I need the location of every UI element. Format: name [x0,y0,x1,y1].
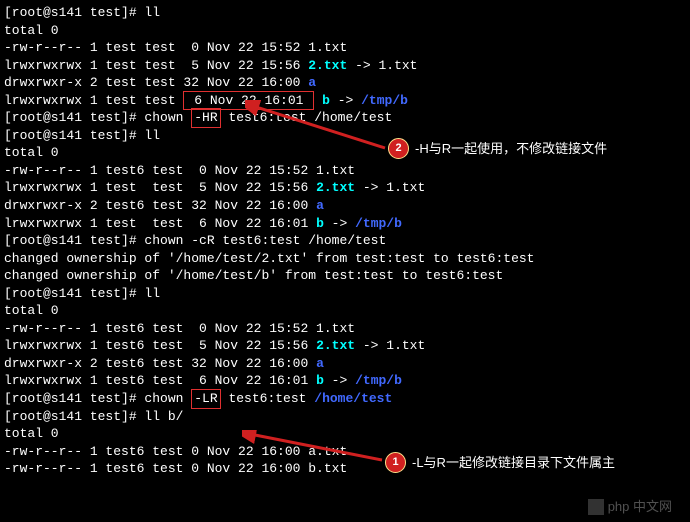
annotation-callout: 1 -L与R一起修改链接目录下文件属主 [385,452,615,473]
arrow-icon [245,100,395,155]
symlink-target: -> 1.txt [355,338,425,353]
prompt-line[interactable]: [root@s141 test]# ll b/ [4,408,686,426]
cmd-args: test6:test [221,391,315,406]
watermark-text: php 中文网 [608,498,672,516]
ls-line: lrwxrwxrwx 1 test test 5 Nov 22 15:56 2.… [4,179,686,197]
symlink-target: -> 1.txt [347,58,417,73]
perm-text: drwxrwxr-x 2 test6 test 32 Nov 22 16:00 [4,198,316,213]
badge-number: 2 [388,138,409,159]
cmd-line[interactable]: [root@s141 test]# chown -LR test6:test /… [4,390,686,408]
terminal-output: [root@s141 test]# ll total 0 -rw-r--r-- … [4,4,686,478]
symlink-name: b [316,373,324,388]
ls-line: lrwxrwxrwx 1 test6 test 6 Nov 22 16:01 b… [4,372,686,390]
option-flag: -HR [194,110,217,125]
dir-name: a [308,75,316,90]
perm-text: drwxrwxr-x 2 test6 test 32 Nov 22 16:00 [4,356,316,371]
ls-line: drwxrwxr-x 2 test test 32 Nov 22 16:00 a [4,74,686,92]
arrow-icon [242,430,392,468]
ls-line: lrwxrwxrwx 1 test6 test 5 Nov 22 15:56 2… [4,337,686,355]
cmd-text: [root@s141 test]# chown [4,391,191,406]
total-line: total 0 [4,22,686,40]
ls-line: -rw-r--r-- 1 test6 test 0 Nov 22 15:52 1… [4,162,686,180]
highlight-box: -LR [191,389,220,409]
symlink-name: b [316,216,324,231]
symlink-target: /tmp/b [355,216,402,231]
symlink-name: 2.txt [316,338,355,353]
ls-line: -rw-r--r-- 1 test6 test 0 Nov 22 15:52 1… [4,320,686,338]
arrow-text: -> [324,373,355,388]
highlight-box: -HR [191,108,220,128]
symlink-target: /tmp/b [355,373,402,388]
perm-text: drwxrwxr-x 2 test test 32 Nov 22 16:00 [4,75,308,90]
cmd-text: [root@s141 test]# chown [4,110,191,125]
arrow-text: -> [324,216,355,231]
logo-icon [588,499,604,515]
perm-text: lrwxrwxrwx 1 test test 5 Nov 22 15:56 [4,180,316,195]
symlink-target: -> 1.txt [355,180,425,195]
perm-text: lrwxrwxrwx 1 test test [4,93,183,108]
output-line: changed ownership of '/home/test/2.txt' … [4,250,686,268]
prompt-line[interactable]: [root@s141 test]# ll [4,285,686,303]
dir-name: a [316,198,324,213]
path-text: /home/test [314,391,392,406]
total-line: total 0 [4,302,686,320]
perm-text: lrwxrwxrwx 1 test test 5 Nov 22 15:56 [4,58,308,73]
dir-name: a [316,356,324,371]
ls-line: lrwxrwxrwx 1 test test 6 Nov 22 16:01 b … [4,215,686,233]
annotation-text: -H与R一起使用，不修改链接文件 [415,140,607,158]
perm-text: lrwxrwxrwx 1 test6 test 6 Nov 22 16:01 [4,373,316,388]
cmd-line[interactable]: [root@s141 test]# chown -cR test6:test /… [4,232,686,250]
ls-line: drwxrwxr-x 2 test6 test 32 Nov 22 16:00 … [4,197,686,215]
ls-line: -rw-r--r-- 1 test test 0 Nov 22 15:52 1.… [4,39,686,57]
badge-number: 1 [385,452,406,473]
ls-line: drwxrwxr-x 2 test6 test 32 Nov 22 16:00 … [4,355,686,373]
watermark: php 中文网 [588,498,672,516]
option-flag: -LR [194,391,217,406]
perm-text: lrwxrwxrwx 1 test6 test 5 Nov 22 15:56 [4,338,316,353]
symlink-name: 2.txt [308,58,347,73]
perm-text: lrwxrwxrwx 1 test test 6 Nov 22 16:01 [4,216,316,231]
ls-line: lrwxrwxrwx 1 test test 5 Nov 22 15:56 2.… [4,57,686,75]
symlink-name: 2.txt [316,180,355,195]
annotation-callout: 2 -H与R一起使用，不修改链接文件 [388,138,607,159]
prompt-line[interactable]: [root@s141 test]# ll [4,4,686,22]
annotation-text: -L与R一起修改链接目录下文件属主 [412,454,615,472]
output-line: changed ownership of '/home/test/b' from… [4,267,686,285]
